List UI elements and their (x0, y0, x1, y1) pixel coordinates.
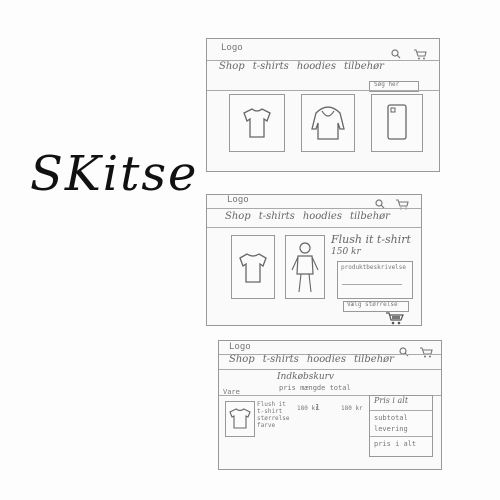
sketch-title: SKitse (30, 146, 199, 202)
summary-line (370, 410, 432, 411)
main-nav: Shop t-shirts hoodies tilbehør (225, 211, 390, 222)
phone-case-icon (387, 104, 407, 140)
item-quantity[interactable]: 1 (315, 403, 320, 412)
nav-hoodies[interactable]: hoodies (303, 211, 342, 222)
column-headers: pris mængde total (279, 384, 351, 392)
order-summary: Pris i alt subtotal levering pris i alt (369, 395, 433, 457)
wireframe-product: Logo Shop t-shirts hoodies tilbehør Flus… (206, 194, 422, 326)
summary-title: Pris i alt (374, 396, 409, 405)
nav-line (207, 227, 421, 228)
main-nav: Shop t-shirts hoodies tilbehør (229, 354, 394, 365)
add-to-cart-icon[interactable] (385, 311, 405, 328)
summary-total: pris i alt (374, 440, 417, 448)
nav-tshirts[interactable]: t-shirts (259, 211, 295, 222)
description-line (342, 284, 402, 285)
nav-hoodies[interactable]: hoodies (297, 61, 336, 72)
select-size-label: Vælg størrelse (347, 301, 398, 308)
summary-line (370, 436, 432, 437)
summary-subtotal: subtotal (374, 414, 408, 422)
logo: Logo (221, 43, 243, 53)
logo: Logo (229, 342, 251, 352)
item-line[interactable]: størrelse (257, 415, 290, 422)
tshirt-icon (243, 108, 271, 138)
nav-shop[interactable]: Shop (219, 61, 245, 72)
search-line (207, 90, 439, 91)
product-description: produktbeskrivelse (337, 261, 413, 299)
nav-hoodies[interactable]: hoodies (307, 354, 346, 365)
cart-title: Indkøbskurv (277, 372, 335, 382)
cart-item-details: Flush it t-shirt størrelse farve (257, 401, 290, 429)
product-price: 150 kr (331, 247, 361, 257)
header-line (207, 208, 421, 209)
product-image-model (285, 235, 325, 299)
tshirt-icon (229, 408, 251, 429)
tshirt-icon (239, 253, 267, 283)
product-title: Flush it t-shirt (331, 233, 411, 246)
search-label: Søg her (374, 81, 400, 88)
nav-tshirts[interactable]: t-shirts (263, 354, 299, 365)
nav-accessories[interactable]: tilbehør (344, 61, 384, 72)
main-nav: Shop t-shirts hoodies tilbehør (219, 61, 384, 72)
hoodie-icon (311, 106, 345, 140)
wireframe-shop: Logo Shop t-shirts hoodies tilbehør Søg … (206, 38, 440, 172)
item-total: 180 kr (341, 405, 363, 412)
cart-icon[interactable] (395, 199, 409, 213)
summary-delivery: levering (374, 425, 408, 433)
cart-item-image (225, 401, 255, 437)
product-card-hoodie[interactable] (301, 94, 355, 152)
item-line: t-shirt (257, 408, 283, 415)
description-label: produktbeskrivelse (341, 264, 407, 271)
product-card-tshirt[interactable] (229, 94, 285, 152)
item-line[interactable]: farve (257, 422, 290, 429)
item-line: Flush it (257, 401, 286, 408)
nav-accessories[interactable]: tilbehør (354, 354, 394, 365)
nav-tshirts[interactable]: t-shirts (253, 61, 289, 72)
nav-shop[interactable]: Shop (225, 211, 251, 222)
nav-accessories[interactable]: tilbehør (350, 211, 390, 222)
wireframe-cart: Logo Shop t-shirts hoodies tilbehør Indk… (218, 340, 442, 470)
model-icon (291, 242, 319, 293)
nav-line (219, 369, 441, 370)
product-card-accessory[interactable] (371, 94, 423, 152)
product-image-tshirt (231, 235, 275, 299)
logo: Logo (227, 195, 249, 205)
nav-shop[interactable]: Shop (229, 354, 255, 365)
